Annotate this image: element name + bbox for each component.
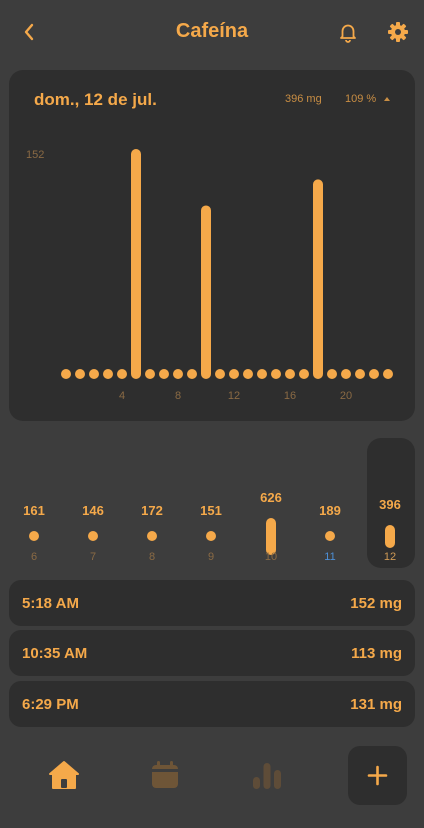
- x-tick-label: 16: [284, 390, 296, 402]
- week-day-total: 161: [23, 503, 45, 518]
- x-tick-label: 12: [228, 390, 240, 402]
- entry-time: 5:18 AM: [22, 595, 79, 612]
- chart-zero-dot: [117, 369, 127, 379]
- chart-zero-dot: [145, 369, 155, 379]
- header: Cafeína: [0, 0, 424, 64]
- week-day-total: 172: [141, 503, 163, 518]
- x-tick-label: 8: [175, 390, 181, 402]
- nav-statistics[interactable]: [249, 757, 285, 793]
- chart-zero-dot: [327, 369, 337, 379]
- week-day-number: 7: [89, 551, 97, 563]
- week-day[interactable]: 151 9: [187, 436, 235, 572]
- week-day-bar: [325, 531, 335, 541]
- x-tick-label: 4: [119, 390, 125, 402]
- chart-zero-dot: [159, 369, 169, 379]
- chart-bar: [201, 205, 211, 379]
- chart-zero-dot: [285, 369, 295, 379]
- week-day-bar: [88, 531, 98, 541]
- entry-amount: 152 mg: [350, 595, 402, 612]
- add-intake-button[interactable]: [348, 746, 407, 805]
- bar-chart-icon: [253, 763, 281, 789]
- chart-zero-dot: [257, 369, 267, 379]
- calendar-icon: [152, 761, 178, 788]
- week-day[interactable]: 161 6: [10, 436, 58, 572]
- week-day[interactable]: 396 12: [366, 436, 414, 572]
- chart-zero-dot: [229, 369, 239, 379]
- plus-icon: [367, 765, 388, 786]
- chart-bar: [313, 179, 323, 379]
- chart-zero-dot: [61, 369, 71, 379]
- week-day-number: 6: [30, 551, 38, 563]
- hourly-caffeine-chart: 4 8 12 16 20 152: [26, 149, 393, 402]
- day-summary-card: dom., 12 de jul. 396 mg 109 % 4 8 12 16 20 15…: [9, 70, 415, 421]
- chart-zero-dot: [173, 369, 183, 379]
- chart-zero-dot: [355, 369, 365, 379]
- y-max-label: 152: [26, 149, 44, 161]
- home-icon: [49, 761, 79, 789]
- chart-zero-dot: [383, 369, 393, 379]
- week-day[interactable]: 626 10: [247, 436, 295, 572]
- week-day-total: 151: [200, 503, 222, 518]
- chart-zero-dot: [215, 369, 225, 379]
- intake-entry[interactable]: 10:35 AM 113 mg: [9, 630, 415, 676]
- week-day-total: 189: [319, 503, 341, 518]
- notifications-button[interactable]: [336, 20, 360, 44]
- entry-amount: 113 mg: [351, 645, 402, 662]
- week-day[interactable]: 189 11: [306, 436, 354, 572]
- chart-zero-dot: [369, 369, 379, 379]
- chart-zero-dot: [75, 369, 85, 379]
- chart-zero-dot: [89, 369, 99, 379]
- nav-calendar[interactable]: [147, 757, 183, 793]
- bell-icon: [340, 24, 356, 43]
- entry-amount: 131 mg: [350, 696, 402, 713]
- entry-time: 10:35 AM: [22, 645, 88, 662]
- week-day-number: 8: [148, 551, 156, 563]
- chart-bar: [131, 149, 141, 379]
- week-day-bar: [206, 531, 216, 541]
- gear-icon: [388, 22, 408, 42]
- week-day-number: 10: [264, 551, 278, 563]
- week-day-number: 11: [324, 551, 336, 563]
- intake-entry[interactable]: 6:29 PM 131 mg: [9, 681, 415, 727]
- week-day-total: 396: [379, 496, 401, 512]
- week-day[interactable]: 146 7: [69, 436, 117, 572]
- week-day-bar: [147, 531, 157, 541]
- chart-zero-dot: [187, 369, 197, 379]
- chart-zero-dot: [271, 369, 281, 379]
- week-day-number: 9: [207, 551, 215, 563]
- page-title: Cafeína: [175, 20, 249, 42]
- week-day-number: 12: [383, 551, 397, 563]
- week-day-total: 626: [260, 489, 282, 505]
- week-day-bar: [266, 517, 276, 555]
- chart-zero-dot: [341, 369, 351, 379]
- x-tick-label: 20: [340, 390, 352, 402]
- chart-zero-dot: [243, 369, 253, 379]
- week-day-total: 146: [82, 503, 104, 518]
- nav-home[interactable]: [46, 757, 82, 793]
- week-day-bar: [29, 531, 39, 541]
- intake-entry[interactable]: 5:18 AM 152 mg: [9, 580, 415, 626]
- week-day-bar: [385, 524, 395, 548]
- entry-time: 6:29 PM: [22, 696, 79, 713]
- chart-zero-dot: [299, 369, 309, 379]
- week-strip: 161 6 146 7 172 8 151 9 626 10 189 11 396 12: [0, 436, 424, 572]
- settings-button[interactable]: [386, 20, 410, 44]
- chart-zero-dot: [103, 369, 113, 379]
- week-day[interactable]: 172 8: [128, 436, 176, 572]
